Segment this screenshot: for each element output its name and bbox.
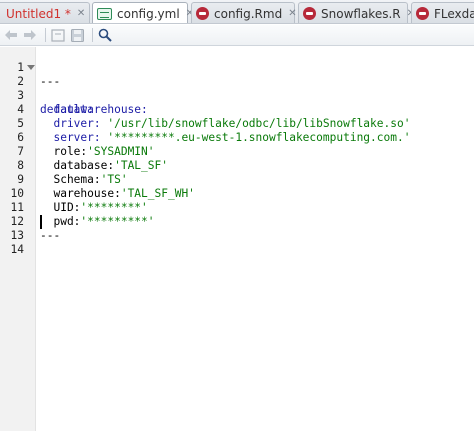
code-editor[interactable]: 1 --- 2 default: 3 datawarehouse: 4 driv… <box>0 47 474 431</box>
save-icon[interactable] <box>69 27 85 43</box>
code-line: 13 <box>0 215 42 242</box>
yaml-key: database: <box>40 159 115 172</box>
tab-flexdas[interactable]: FLexdas <box>411 2 474 23</box>
text-cursor <box>40 215 42 229</box>
editor-tab-bar: Untitled1 * ✕ config.yml ✕ config.Rmd ✕ … <box>0 0 474 24</box>
tab-config-rmd[interactable]: config.Rmd ✕ <box>191 2 297 23</box>
code-line: 12 --- <box>0 201 61 242</box>
editor-toolbar <box>0 25 474 46</box>
yaml-value: '*********' <box>80 215 155 228</box>
toolbar-divider <box>45 28 46 42</box>
code-line: 3 datawarehouse: <box>0 75 148 116</box>
tab-config-yml[interactable]: config.yml ✕ <box>92 2 194 23</box>
yaml-key: role: <box>40 145 88 158</box>
yaml-key: pwd: <box>40 215 81 228</box>
fold-arrow-icon[interactable] <box>27 65 35 70</box>
yaml-value: 'TAL_SF' <box>114 159 168 172</box>
tab-label: Snowflakes.R <box>321 6 401 21</box>
code-text: role:'SYSADMIN' <box>40 145 155 159</box>
code-line: 5 server: '*********.eu-west-1.snowflake… <box>0 103 410 144</box>
code-text: UID:'********' <box>40 201 148 215</box>
code-line: 4 driver: '/usr/lib/snowflake/odbc/lib/l… <box>0 89 410 130</box>
tab-label: FLexdas <box>434 6 474 21</box>
yaml-value: '/usr/lib/snowflake/odbc/lib/libSnowflak… <box>107 117 411 130</box>
code-text: datawarehouse: <box>40 103 148 116</box>
code-text: server: '*********.eu-west-1.snowflakeco… <box>40 131 410 145</box>
code-line: 1 --- <box>0 47 60 88</box>
code-line: 7 database:'TAL_SF' <box>0 131 168 172</box>
yaml-key: UID: <box>40 201 81 214</box>
close-icon[interactable]: ✕ <box>288 8 296 20</box>
r-script-icon <box>303 7 316 20</box>
code-line: 14 <box>0 229 27 256</box>
tab-label: config.yml <box>117 7 180 21</box>
tab-untitled1[interactable]: Untitled1 * ✕ <box>0 2 90 23</box>
tab-snowflakes-r[interactable]: Snowflakes.R ✕ <box>298 2 415 23</box>
code-line: 11 pwd:'*********' <box>0 187 155 228</box>
tab-label: Untitled1 * <box>6 6 71 21</box>
line-number: 14 <box>10 243 24 256</box>
yaml-value: '*********.eu-west-1.snowflakecomputing.… <box>107 131 411 144</box>
rmd-icon <box>416 7 429 20</box>
yaml-value: '********' <box>80 201 148 214</box>
code-text: Schema:'TS' <box>40 173 128 187</box>
tab-label: config.Rmd <box>214 6 283 21</box>
yaml-key: Schema: <box>40 173 101 186</box>
forward-arrow-icon[interactable] <box>22 27 38 43</box>
code-text: --- <box>40 75 61 88</box>
yaml-value: 'TS' <box>100 173 128 186</box>
code-line: 10 UID:'********' <box>0 173 148 214</box>
code-line: 9 warehouse:'TAL_SF_WH' <box>0 159 195 200</box>
close-icon[interactable]: ✕ <box>77 8 85 20</box>
code-text: --- <box>40 229 61 242</box>
yaml-key: driver: <box>40 117 108 130</box>
yaml-key: warehouse: <box>40 187 121 200</box>
code-line: 8 Schema:'TS' <box>0 145 127 186</box>
code-text: database:'TAL_SF' <box>40 159 168 173</box>
code-text: warehouse:'TAL_SF_WH' <box>40 187 195 201</box>
yaml-value: 'SYSADMIN' <box>87 145 155 158</box>
code-line: 6 role:'SYSADMIN' <box>0 117 154 158</box>
code-text: pwd:'*********' <box>40 215 155 229</box>
yaml-value: 'TAL_SF_WH' <box>120 187 195 200</box>
show-in-window-icon[interactable] <box>50 27 66 43</box>
yaml-file-icon <box>97 8 112 20</box>
toolbar-divider <box>92 28 93 42</box>
find-icon[interactable] <box>97 27 113 43</box>
back-arrow-icon[interactable] <box>3 27 19 43</box>
code-text: driver: '/usr/lib/snowflake/odbc/lib/lib… <box>40 117 410 131</box>
code-line: 2 default: <box>0 61 94 116</box>
yaml-key: server: <box>40 131 108 144</box>
rmd-icon <box>196 7 209 20</box>
